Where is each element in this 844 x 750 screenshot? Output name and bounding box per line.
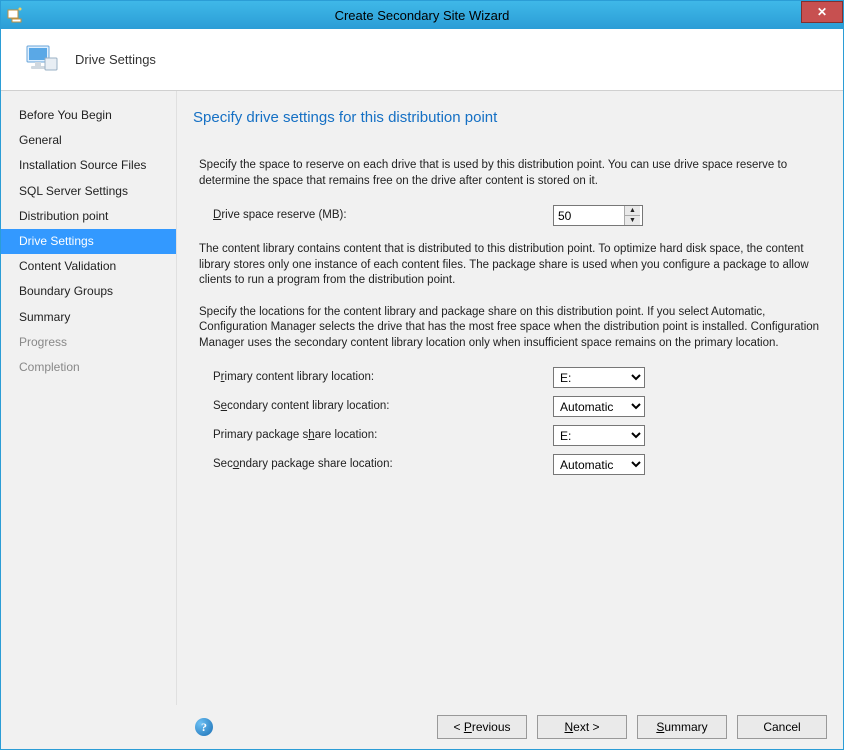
sidebar-item-content-validation[interactable]: Content Validation [1,254,176,279]
primary-content-label: Primary content library location: [213,370,553,386]
sidebar-item-drive-settings[interactable]: Drive Settings [1,229,176,254]
secondary-content-label: Secondary content library location: [213,399,553,415]
primary-share-select[interactable]: E: [553,425,645,446]
summary-button[interactable]: Summary [637,715,727,739]
secondary-share-label: Secondary package share location: [213,457,553,473]
sidebar-item-progress: Progress [1,330,176,355]
drive-space-input[interactable] [554,206,624,225]
body: Before You Begin General Installation So… [1,91,843,705]
wizard-header: Drive Settings [1,29,843,91]
sidebar-item-distribution-point[interactable]: Distribution point [1,204,176,229]
next-button[interactable]: Next > [537,715,627,739]
secondary-share-row: Secondary package share location: Automa… [213,454,823,475]
sidebar-item-completion: Completion [1,355,176,380]
sidebar-item-general[interactable]: General [1,128,176,153]
primary-share-label: Primary package share location: [213,428,553,444]
sidebar-item-summary[interactable]: Summary [1,305,176,330]
help-icon[interactable]: ? [195,718,213,736]
secondary-content-select[interactable]: Automatic [553,396,645,417]
drive-space-row: Drive space reserve (MB): ▲ ▼ [213,205,823,226]
sidebar-item-before-you-begin[interactable]: Before You Begin [1,103,176,128]
wizard-step-title: Drive Settings [75,52,156,67]
spin-up-icon[interactable]: ▲ [625,206,640,216]
sidebar-item-installation-source-files[interactable]: Installation Source Files [1,153,176,178]
wizard-sidebar: Before You Begin General Installation So… [1,91,177,705]
intro-paragraph-2: The content library contains content tha… [199,242,823,289]
computer-icon [21,40,61,80]
primary-content-select[interactable]: E: [553,367,645,388]
secondary-content-row: Secondary content library location: Auto… [213,396,823,417]
spin-down-icon[interactable]: ▼ [625,216,640,225]
content-area: Specify the space to reserve on each dri… [193,158,829,483]
previous-button[interactable]: < Previous [437,715,527,739]
secondary-share-select[interactable]: Automatic [553,454,645,475]
sidebar-item-boundary-groups[interactable]: Boundary Groups [1,279,176,304]
intro-paragraph-1: Specify the space to reserve on each dri… [199,158,823,189]
drive-space-label: Drive space reserve (MB): [213,208,553,224]
close-button[interactable]: ✕ [801,1,843,23]
titlebar: Create Secondary Site Wizard ✕ [1,1,843,29]
drive-space-spinner[interactable]: ▲ ▼ [553,205,643,226]
cancel-button[interactable]: Cancel [737,715,827,739]
intro-paragraph-3: Specify the locations for the content li… [199,305,823,352]
wizard-footer: ? < Previous Next > Summary Cancel [1,705,843,749]
primary-share-row: Primary package share location: E: [213,425,823,446]
main-panel: Specify drive settings for this distribu… [177,91,843,705]
page-heading: Specify drive settings for this distribu… [193,109,829,126]
window-title: Create Secondary Site Wizard [1,8,843,23]
close-icon: ✕ [817,5,827,19]
sidebar-item-sql-server-settings[interactable]: SQL Server Settings [1,179,176,204]
primary-content-row: Primary content library location: E: [213,367,823,388]
wizard-system-icon [5,5,25,25]
